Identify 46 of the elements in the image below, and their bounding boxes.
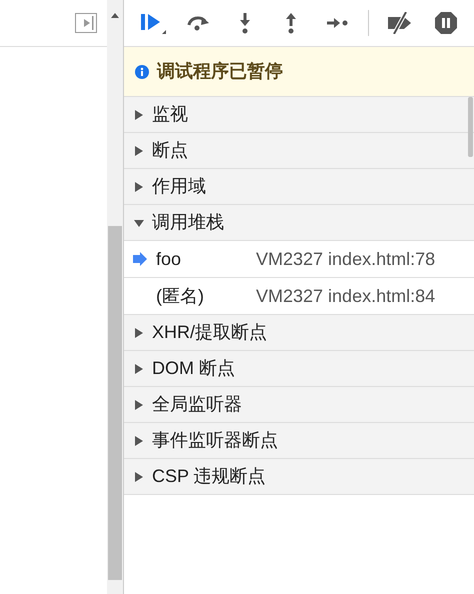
caret-right-icon <box>134 436 144 446</box>
arrow-icon <box>133 252 147 266</box>
section-title: 调用堆栈 <box>152 211 224 234</box>
frame-name: (匿名) <box>156 284 205 308</box>
frame-name: foo <box>156 248 182 270</box>
caret-right-icon <box>134 364 144 374</box>
section-header[interactable]: 断点 <box>124 133 474 169</box>
frame-location: VM2327 index.html:78 <box>256 248 436 270</box>
caret-right-icon <box>134 110 144 120</box>
play-icon <box>81 16 95 30</box>
caret-right-icon <box>134 400 144 410</box>
section-header[interactable]: 监视 <box>124 97 474 133</box>
section-header[interactable]: 事件监听器断点 <box>124 423 474 459</box>
banner-text: 调试程序已暂停 <box>157 60 283 83</box>
section-header[interactable]: XHR/提取断点 <box>124 315 474 351</box>
step-icon <box>326 17 348 29</box>
step-out-icon <box>285 12 297 34</box>
step-into-icon <box>239 12 251 34</box>
section-title: 作用域 <box>152 175 206 198</box>
panel-scrollbar-thumb[interactable] <box>468 97 473 157</box>
caret-right-icon <box>134 472 144 482</box>
section-header[interactable]: CSP 违规断点 <box>124 459 474 495</box>
scroll-up-icon[interactable] <box>111 13 119 18</box>
section-title: 监视 <box>152 103 188 126</box>
section-title: 事件监听器断点 <box>152 429 278 452</box>
section-title: XHR/提取断点 <box>152 321 268 344</box>
resume-icon <box>140 11 166 35</box>
section-title: CSP 违规断点 <box>152 465 266 488</box>
section-header[interactable]: DOM 断点 <box>124 351 474 387</box>
caret-right-icon <box>134 182 144 192</box>
section-header[interactable]: 全局监听器 <box>124 387 474 423</box>
frame-location: VM2327 index.html:84 <box>256 284 436 308</box>
section-title: 全局监听器 <box>152 393 242 416</box>
breakpoint-off-icon <box>387 12 413 34</box>
toggle-sidebar-button[interactable] <box>75 13 97 33</box>
info-icon <box>135 64 149 78</box>
section-header[interactable]: 调用堆栈 <box>124 205 474 241</box>
section-title: DOM 断点 <box>152 357 235 380</box>
caret-down-icon <box>134 218 144 228</box>
scrollbar[interactable] <box>107 0 123 594</box>
section-title: 断点 <box>152 139 188 162</box>
caret-right-icon <box>134 328 144 338</box>
caret-right-icon <box>134 146 144 156</box>
section-header[interactable]: 作用域 <box>124 169 474 205</box>
pause-icon <box>434 11 458 35</box>
scrollbar-thumb[interactable] <box>108 226 122 580</box>
